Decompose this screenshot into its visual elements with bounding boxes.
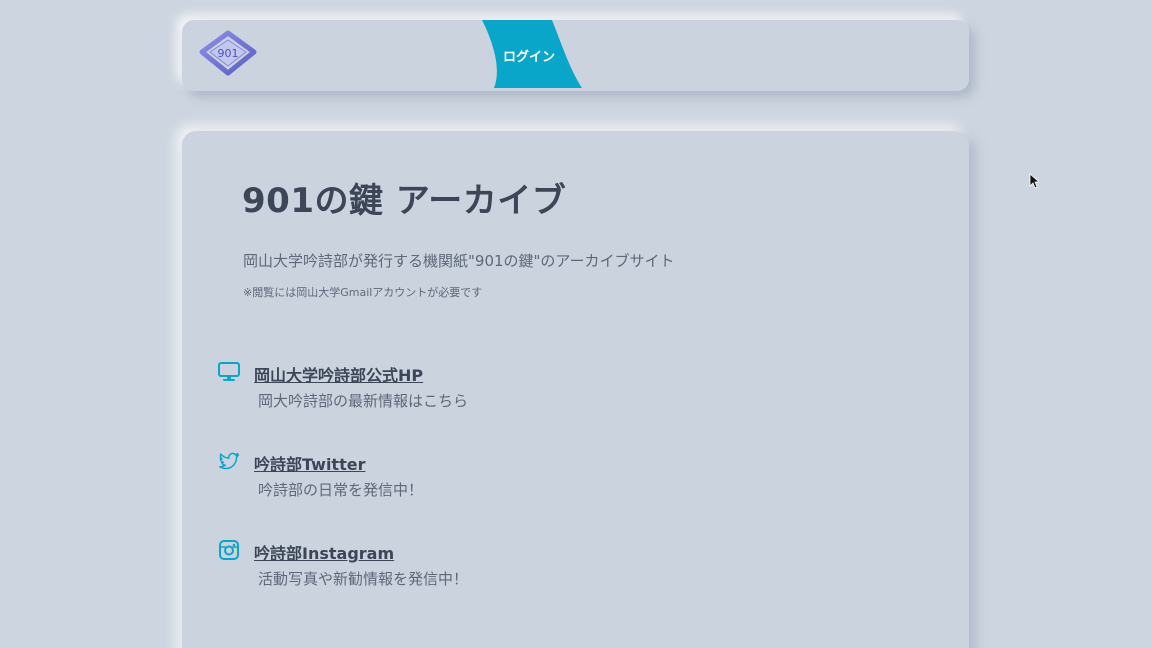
official-hp-description: 岡大吟詩部の最新情報はこちら — [258, 392, 469, 410]
link-item-twitter: 吟詩部Twitter 吟詩部の日常を発信中！ — [218, 450, 718, 510]
site-description: 岡山大学吟詩部が発行する機関紙"901の鍵"のアーカイブサイト — [243, 252, 675, 270]
login-tab[interactable]: ログイン — [482, 20, 582, 88]
logo-text: 901 — [218, 47, 239, 60]
instagram-description: 活動写真や新勧情報を発信中！ — [258, 570, 469, 588]
page: 901 ログイン 901の鍵 アーカイブ 岡山大学吟詩部が発行する機関紙"901… — [0, 0, 1152, 648]
access-note: ※閲覧には岡山大学Gmailアカウントが必要です — [243, 286, 483, 299]
main-card: 901の鍵 アーカイブ 岡山大学吟詩部が発行する機関紙"901の鍵"のアーカイブ… — [182, 131, 969, 648]
login-label: ログイン — [502, 50, 555, 65]
monitor-icon — [218, 361, 240, 383]
link-item-instagram: 吟詩部Instagram 活動写真や新勧情報を発信中！ — [218, 539, 718, 599]
logo-icon: 901 — [199, 30, 257, 76]
twitter-link[interactable]: 吟詩部Twitter — [254, 451, 365, 475]
twitter-description: 吟詩部の日常を発信中！ — [258, 481, 424, 499]
instagram-icon — [218, 539, 240, 561]
link-item-official-hp: 岡山大学吟詩部公式HP 岡大吟詩部の最新情報はこちら — [218, 361, 718, 421]
page-title: 901の鍵 アーカイブ — [242, 181, 567, 221]
twitter-icon — [218, 450, 240, 472]
mouse-cursor-icon — [1029, 173, 1039, 189]
logo[interactable]: 901 — [198, 30, 258, 78]
header-bar: 901 ログイン — [182, 20, 969, 91]
official-hp-link[interactable]: 岡山大学吟詩部公式HP — [254, 362, 423, 386]
instagram-link[interactable]: 吟詩部Instagram — [254, 540, 394, 564]
